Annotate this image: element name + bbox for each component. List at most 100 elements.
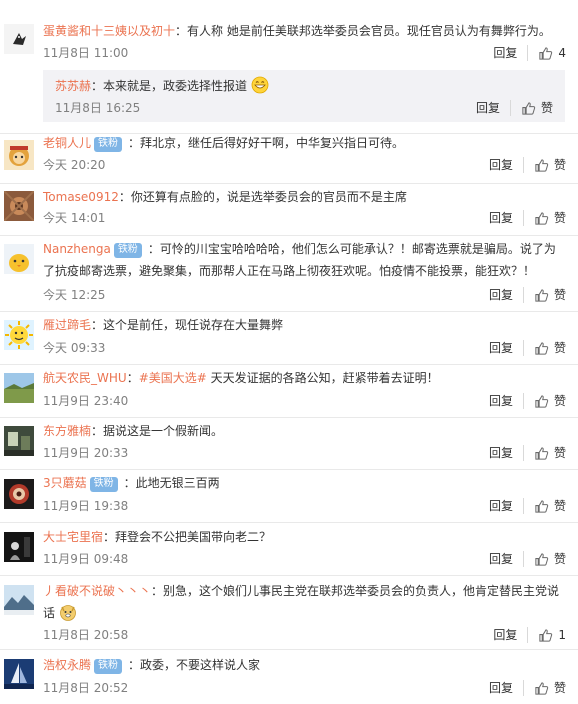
comment-body: 浩权永腾 铁粉 ：政委，不要这样说人家 — [43, 654, 564, 676]
thumbs-up-icon — [535, 341, 549, 355]
sailboat-avatar-icon[interactable] — [4, 659, 34, 689]
separator: ： — [123, 476, 136, 490]
like-button[interactable]: 赞 — [534, 210, 566, 226]
username-link[interactable]: 3只蘑菇 — [43, 476, 87, 490]
thumbs-up-icon — [535, 211, 549, 225]
chick-avatar-icon[interactable] — [4, 244, 34, 274]
field-avatar-icon[interactable] — [4, 373, 34, 403]
like-button[interactable]: 赞 — [521, 100, 553, 116]
comment-item: 大士宅里宿：拜登会不公把美国带向老二？ 11月9日 09:48 回复 赞 — [0, 523, 578, 576]
planet-avatar-icon[interactable] — [4, 479, 34, 509]
like-button[interactable]: 赞 — [534, 340, 566, 356]
comment-time: 今天 09:33 — [43, 341, 106, 355]
room-avatar-icon[interactable] — [4, 426, 34, 456]
doge-emoji-icon — [59, 605, 76, 621]
like-button[interactable]: 赞 — [534, 287, 566, 303]
comment-item: 蛋黄酱和十三姨以及初十：有人称 她是前任美联邦选举委员会官员。现任官员认为有舞弊… — [0, 0, 578, 134]
comment-body: 丿看破不说破丶丶丶：别急，这个娘们儿事民主党在联邦选举委员会的负责人，他肯定替民… — [43, 580, 564, 624]
reply-body: 苏苏赫：本来就是，政委选择性报道 — [55, 75, 269, 97]
comment-actions: 回复 1 — [493, 627, 566, 643]
thumbs-up-icon — [535, 499, 549, 513]
landscape-avatar-icon[interactable] — [4, 585, 34, 615]
username-link[interactable]: 大士宅里宿 — [43, 530, 103, 544]
like-button[interactable]: 4 — [538, 45, 566, 61]
like-label: 赞 — [553, 552, 566, 566]
bird-avatar-icon[interactable] — [4, 24, 34, 54]
separator: ： — [126, 371, 139, 385]
like-count: 4 — [558, 46, 566, 60]
like-button[interactable]: 赞 — [534, 498, 566, 514]
comment-actions: 回复 赞 — [489, 340, 566, 356]
like-label: 赞 — [553, 158, 566, 172]
comment-actions: 回复 赞 — [489, 551, 566, 567]
reply-button[interactable]: 回复 — [476, 100, 511, 116]
thumbs-up-icon — [535, 394, 549, 408]
comment-item: 丿看破不说破丶丶丶：别急，这个娘们儿事民主党在联邦选举委员会的负责人，他肯定替民… — [0, 576, 578, 650]
comment-item: 雁过蹄毛：这个是前任，现任说存在大量舞弊 今天 09:33 回复 赞 — [0, 312, 578, 365]
reply-button[interactable]: 回复 — [489, 551, 524, 567]
thumbs-up-icon — [539, 46, 553, 60]
comment-text: 你还算有点脸的，说是选举委员会的官员而不是主席 — [130, 190, 407, 204]
reply-username-link[interactable]: 苏苏赫 — [55, 79, 91, 93]
reply-button[interactable]: 回复 — [489, 157, 524, 173]
reply-button[interactable]: 回复 — [489, 445, 524, 461]
comment-time: 11月8日 20:58 — [43, 628, 129, 642]
monkey-king-avatar-icon[interactable] — [4, 140, 34, 170]
comment-body: 老铜人儿 铁粉 ：拜北京，继任后得好好干啊，中华复兴指日可待。 — [43, 132, 564, 154]
reply-button[interactable]: 回复 — [489, 287, 524, 303]
username-link[interactable]: Tomase0912 — [43, 190, 119, 204]
grin-emoji-icon — [251, 76, 269, 94]
username-link[interactable]: 丿看破不说破丶丶丶 — [43, 584, 151, 598]
reply-actions: 回复 赞 — [476, 100, 553, 116]
like-label: 赞 — [553, 341, 566, 355]
reply-button[interactable]: 回复 — [489, 680, 524, 696]
username-link[interactable]: 浩权永腾 — [43, 658, 91, 672]
username-link[interactable]: 蛋黄酱和十三姨以及初十 — [43, 24, 175, 38]
pattern-avatar-icon[interactable] — [4, 191, 34, 221]
comment-item: Tomase0912：你还算有点脸的，说是选举委员会的官员而不是主席 今天 14… — [0, 184, 578, 236]
username-link[interactable]: 雁过蹄毛 — [43, 318, 91, 332]
like-button[interactable]: 赞 — [534, 393, 566, 409]
separator: ： — [151, 584, 164, 598]
comment-item: 东方雅楠：据说这是一个假新闻。 11月9日 20:33 回复 赞 — [0, 418, 578, 470]
reply-button[interactable]: 回复 — [493, 45, 529, 61]
reply-button[interactable]: 回复 — [489, 393, 524, 409]
thumbs-up-icon — [522, 101, 536, 115]
comment-actions: 回复 赞 — [489, 680, 566, 696]
like-button[interactable]: 赞 — [534, 445, 566, 461]
dark-avatar-icon[interactable] — [4, 532, 34, 562]
comment-text: 有人称 她是前任美联邦选举委员会官员。现任官员认为有舞弊行为。 — [187, 24, 551, 38]
like-label: 赞 — [553, 446, 566, 460]
comment-time: 今天 14:01 — [43, 211, 106, 225]
comment-text: 此地无银三百两 — [135, 476, 220, 490]
like-label: 赞 — [553, 394, 566, 408]
username-link[interactable]: 东方雅楠 — [43, 424, 91, 438]
fan-badge: 铁粉 — [113, 243, 142, 258]
like-button[interactable]: 1 — [538, 627, 566, 643]
reply-button[interactable]: 回复 — [493, 627, 529, 643]
like-button[interactable]: 赞 — [534, 680, 566, 696]
topic-tag-link[interactable]: #美国大选# — [139, 371, 207, 385]
like-button[interactable]: 赞 — [534, 551, 566, 567]
comment-text: 拜登会不公把美国带向老二？ — [115, 530, 272, 544]
comment-text: 天天发证据的各路公知，赶紧带着去证明！ — [206, 371, 439, 385]
comment-actions: 回复 赞 — [489, 445, 566, 461]
reply-button[interactable]: 回复 — [489, 340, 524, 356]
reply-button[interactable]: 回复 — [489, 498, 524, 514]
reply-box: 苏苏赫：本来就是，政委选择性报道 11月8日 16:25 回复 赞 — [43, 70, 565, 122]
username-link[interactable]: 老铜人儿 — [43, 136, 91, 150]
like-label: 赞 — [553, 211, 566, 225]
username-link[interactable]: 航天农民_WHU — [43, 371, 127, 385]
comment-body: Nanzhenga 铁粉 ：可怜的川宝宝哈哈哈哈，他们怎么可能承认？！邮寄选票就是骗… — [43, 238, 564, 282]
comment-time: 11月9日 19:38 — [43, 499, 129, 513]
comment-time: 11月9日 09:48 — [43, 552, 129, 566]
comment-item: 航天农民_WHU：#美国大选# 天天发证据的各路公知，赶紧带着去证明！ 11月9… — [0, 365, 578, 418]
reply-button[interactable]: 回复 — [489, 210, 524, 226]
username-link[interactable]: Nanzhenga — [43, 242, 111, 256]
thumbs-up-icon — [535, 681, 549, 695]
like-button[interactable]: 赞 — [534, 157, 566, 173]
comment-body: 航天农民_WHU：#美国大选# 天天发证据的各路公知，赶紧带着去证明！ — [43, 367, 564, 389]
comment-time: 11月8日 11:00 — [43, 46, 129, 60]
reply-time: 11月8日 16:25 — [55, 101, 141, 115]
sun-emoji-avatar-icon[interactable] — [4, 320, 34, 350]
